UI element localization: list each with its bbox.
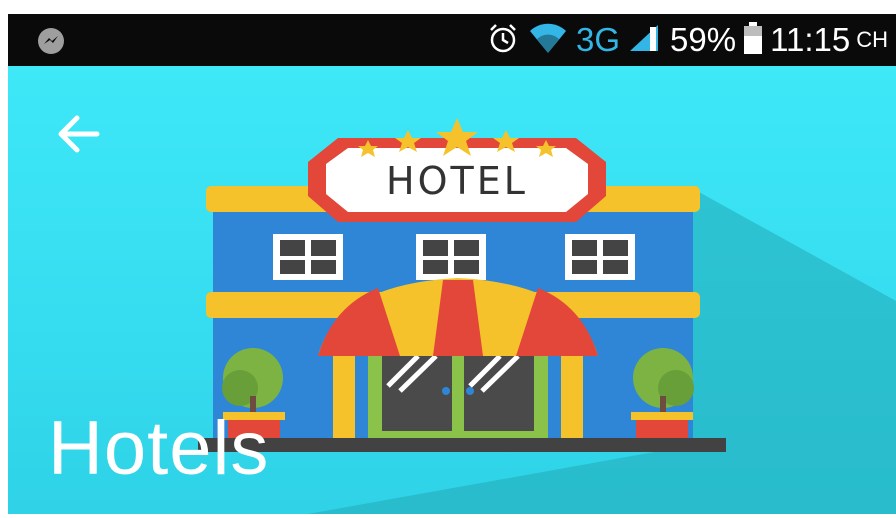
alarm-icon bbox=[486, 21, 520, 60]
clock-suffix: CH bbox=[856, 27, 888, 52]
wifi-icon bbox=[528, 21, 568, 60]
arrow-back-icon bbox=[55, 114, 101, 159]
battery-percent: 59% bbox=[670, 21, 737, 58]
hotel-sign-text: HOTEL bbox=[386, 159, 528, 203]
back-button[interactable] bbox=[48, 106, 108, 166]
network-type-label: 3G bbox=[575, 21, 621, 58]
battery-icon bbox=[744, 21, 763, 59]
status-bar: 3G 59% 11:15 CH bbox=[8, 14, 896, 66]
status-icons: 3G 59% 11:15 CH bbox=[486, 14, 888, 66]
page-title: Hotels bbox=[48, 406, 270, 491]
header-hero: HOTEL Hotels bbox=[8, 66, 896, 514]
clock-time: 11:15 bbox=[770, 21, 851, 58]
messenger-icon bbox=[36, 26, 66, 56]
signal-icon bbox=[628, 23, 662, 58]
app-screen: 3G 59% 11:15 CH HOTEL Hotels bbox=[0, 0, 896, 518]
